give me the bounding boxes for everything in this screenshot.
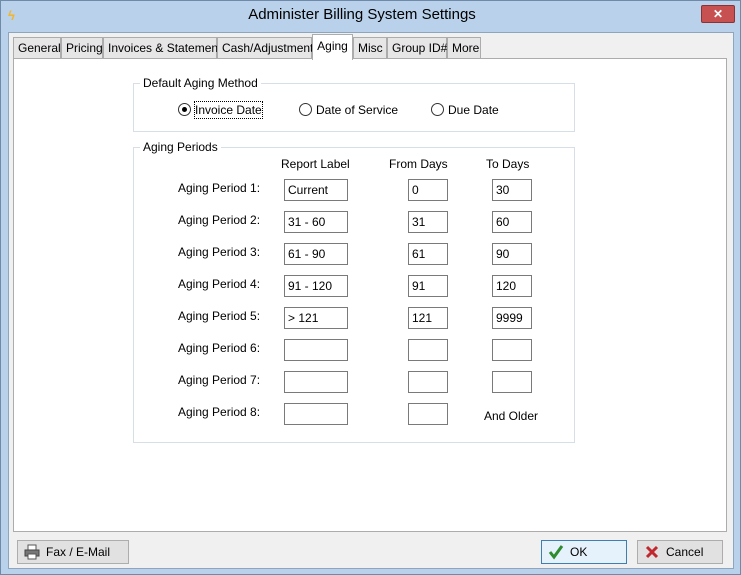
header-report-label: Report Label xyxy=(281,157,350,171)
checkmark-icon xyxy=(548,545,564,560)
and-older-label: And Older xyxy=(484,409,539,423)
radio-circle-invoice-date[interactable] xyxy=(178,103,191,116)
aging-tab-panel: Default Aging Method Invoice Date Date o… xyxy=(13,58,727,532)
dialog-client: General Pricing Invoices & Statements Ca… xyxy=(8,32,734,569)
radio-label-due-date[interactable]: Due Date xyxy=(448,102,499,118)
header-to-days: To Days xyxy=(486,157,530,171)
radio-circle-due-date[interactable] xyxy=(431,103,444,116)
aging-period-4-to-days-input[interactable]: 120 xyxy=(492,275,532,297)
aging-period-5-label: Aging Period 5: xyxy=(178,309,261,323)
aging-period-7-report-label-input[interactable] xyxy=(284,371,348,393)
aging-period-4-from-days-input[interactable]: 91 xyxy=(408,275,448,297)
header-from-days: From Days xyxy=(389,157,448,171)
aging-periods-group: Aging Periods Report Label From Days To … xyxy=(133,140,575,443)
aging-period-5-from-days-input[interactable]: 121 xyxy=(408,307,448,329)
ok-button-label: OK xyxy=(570,545,588,559)
close-button[interactable]: ✕ xyxy=(701,5,735,23)
aging-period-6-from-days-input[interactable] xyxy=(408,339,448,361)
aging-period-7-from-days-input[interactable] xyxy=(408,371,448,393)
x-icon xyxy=(645,545,659,559)
aging-period-2-to-days-input[interactable]: 60 xyxy=(492,211,532,233)
window-title: Administer Billing System Settings xyxy=(248,6,476,23)
aging-period-6-to-days-input[interactable] xyxy=(492,339,532,361)
aging-period-6-report-label-input[interactable] xyxy=(284,339,348,361)
aging-period-1-from-days-input[interactable]: 0 xyxy=(408,179,448,201)
tab-invoices-statements[interactable]: Invoices & Statements xyxy=(103,37,227,59)
tab-misc[interactable]: Misc xyxy=(353,37,387,59)
radio-label-date-of-service[interactable]: Date of Service xyxy=(316,102,398,118)
radio-label-invoice-date[interactable]: Invoice Date xyxy=(194,101,263,119)
aging-period-4-report-label-input[interactable]: 91 - 120 xyxy=(284,275,348,297)
tab-pricing[interactable]: Pricing xyxy=(61,37,103,59)
aging-period-3-label: Aging Period 3: xyxy=(178,245,261,259)
aging-period-8-label: Aging Period 8: xyxy=(178,405,261,419)
radio-circle-date-of-service[interactable] xyxy=(299,103,312,116)
aging-period-1-label: Aging Period 1: xyxy=(178,181,261,195)
aging-period-2-report-label-input[interactable]: 31 - 60 xyxy=(284,211,348,233)
cancel-button-label: Cancel xyxy=(666,545,704,559)
fax-email-button-label: Fax / E-Mail xyxy=(46,545,111,559)
aging-period-8-from-days-input[interactable] xyxy=(408,403,448,425)
ok-button[interactable]: OK xyxy=(541,540,627,564)
aging-periods-title: Aging Periods xyxy=(140,140,221,154)
aging-period-1-report-label-input[interactable]: Current xyxy=(284,179,348,201)
tab-more[interactable]: More xyxy=(447,37,481,59)
tab-group-id[interactable]: Group ID# xyxy=(387,37,447,59)
aging-period-7-label: Aging Period 7: xyxy=(178,373,261,387)
default-aging-method-group: Default Aging Method Invoice Date Date o… xyxy=(133,76,575,132)
cancel-button[interactable]: Cancel xyxy=(637,540,723,564)
fax-email-button[interactable]: Fax / E-Mail xyxy=(17,540,129,564)
tab-aging[interactable]: Aging xyxy=(312,34,353,60)
aging-period-3-report-label-input[interactable]: 61 - 90 xyxy=(284,243,348,265)
printer-icon xyxy=(24,544,40,560)
aging-period-7-to-days-input[interactable] xyxy=(492,371,532,393)
tab-cash-adjustments[interactable]: Cash/Adjustments xyxy=(217,37,319,59)
aging-period-5-report-label-input[interactable]: > 121 xyxy=(284,307,348,329)
aging-period-6-label: Aging Period 6: xyxy=(178,341,261,355)
tab-general[interactable]: General xyxy=(13,37,61,59)
aging-period-1-to-days-input[interactable]: 30 xyxy=(492,179,532,201)
default-aging-method-title: Default Aging Method xyxy=(140,76,261,90)
dialog-window: ϟ Administer Billing System Settings ✕ G… xyxy=(0,0,741,575)
aging-period-8-report-label-input[interactable] xyxy=(284,403,348,425)
aging-period-4-label: Aging Period 4: xyxy=(178,277,261,291)
aging-period-2-from-days-input[interactable]: 31 xyxy=(408,211,448,233)
aging-period-3-from-days-input[interactable]: 61 xyxy=(408,243,448,265)
aging-period-5-to-days-input[interactable]: 9999 xyxy=(492,307,532,329)
aging-period-2-label: Aging Period 2: xyxy=(178,213,261,227)
aging-period-3-to-days-input[interactable]: 90 xyxy=(492,243,532,265)
title-bar[interactable]: ϟ Administer Billing System Settings ✕ xyxy=(1,1,740,31)
